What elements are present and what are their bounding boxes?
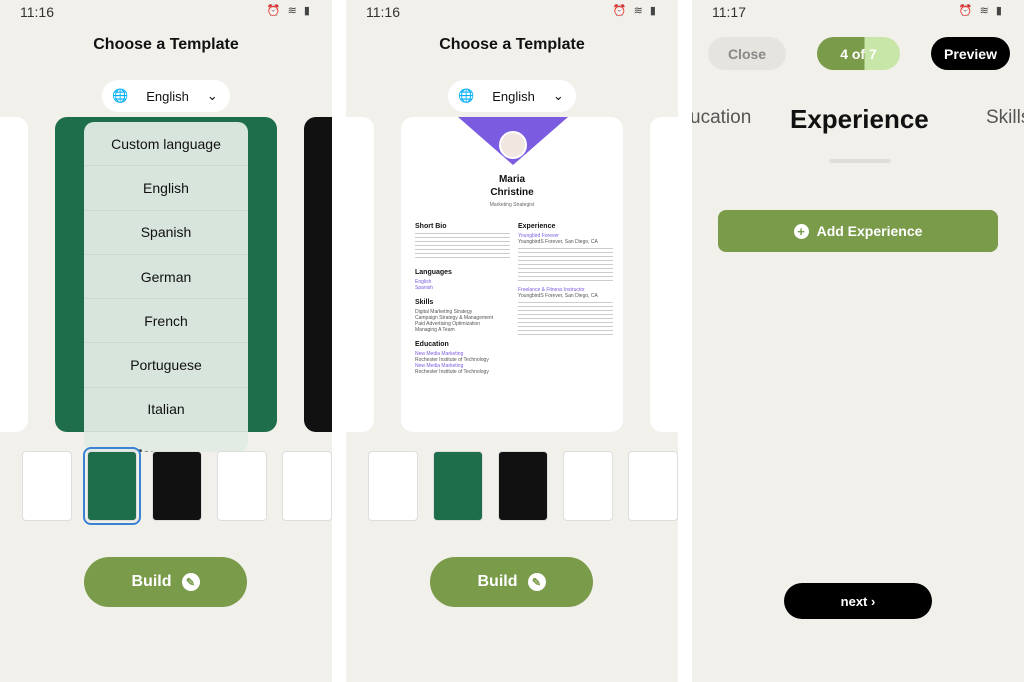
page-title: Choose a Template [93,36,239,53]
template-thumbnails [368,451,678,521]
page-title: Choose a Template [439,36,585,53]
language-option[interactable]: English [84,166,248,211]
close-button[interactable]: Close [708,37,786,70]
thumbnail[interactable] [628,451,678,521]
status-icons: ⏰ ≋ ▮ [612,5,658,17]
status-icons: ⏰ ≋ ▮ [958,5,1004,17]
chevron-down-icon: ⌄ [552,88,564,103]
next-button[interactable]: next › [784,583,932,619]
template-thumbnails [22,447,332,525]
build-label: Build [477,573,518,590]
status-time: 11:16 [20,4,54,20]
language-selector[interactable]: 🌐 English ⌄ [448,80,576,112]
language-value: English [146,88,189,104]
resume-right-column: Experience Youngbird Forever YoungbirdS F… [518,215,613,341]
section-indicator [829,159,891,163]
template-card-prev[interactable] [346,117,374,432]
pencil-icon: ✎ [181,573,200,591]
globe-icon: 🌐 [458,88,475,103]
chevron-down-icon: ⌄ [206,88,218,103]
language-option[interactable]: Portuguese [84,343,248,388]
build-label: Build [131,573,172,590]
screen-choose-template-dropdown: 11:16 ⏰ ≋ ▮ Choose a Template 🌐 English ⌄ … [0,0,332,682]
thumbnail[interactable] [368,451,418,521]
status-time: 11:16 [366,4,400,20]
tab-experience[interactable]: Experience [790,104,929,135]
add-experience-label: Add Experience [816,223,923,239]
language-option[interactable]: French [84,299,248,344]
add-experience-button[interactable]: + Add Experience [718,210,998,252]
language-option[interactable]: German [84,255,248,300]
status-icons: ⏰ ≋ ▮ [266,5,312,17]
thumbnail[interactable] [498,451,548,521]
thumbnail[interactable] [152,451,202,521]
tab-skills[interactable]: Skills [986,107,1024,129]
pencil-icon: ✎ [527,573,546,591]
globe-icon: 🌐 [112,88,129,103]
thumbnail-selected[interactable] [83,447,141,525]
thumbnail[interactable] [563,451,613,521]
build-button[interactable]: Build ✎ [84,557,247,607]
language-option[interactable]: Italian [84,388,248,433]
language-option[interactable]: Spanish [84,211,248,255]
template-card-prev[interactable] [0,117,28,432]
progress-pill: 4 of 7 [817,37,900,70]
thumbnail[interactable] [433,451,483,521]
language-option[interactable]: Japanese [84,432,248,452]
language-dropdown: Custom language English Spanish German F… [84,122,248,452]
status-time: 11:17 [712,4,746,20]
resume-preview[interactable]: Maria Christine Marketing Strategist Short… [401,117,623,432]
screen-choose-template: 11:16 ⏰ ≋ ▮ Choose a Template 🌐 English ⌄ … [346,0,678,682]
thumbnail[interactable] [22,451,72,521]
resume-name: Maria Christine Marketing Strategist [489,174,535,208]
avatar [499,131,527,159]
thumbnail[interactable] [282,451,332,521]
tab-education[interactable]: ucation [692,107,751,129]
template-card-next[interactable] [650,117,678,432]
thumbnail[interactable] [217,451,267,521]
plus-circle-icon: + [793,223,809,239]
language-value: English [492,88,535,104]
language-selector[interactable]: 🌐 English ⌄ [102,80,230,112]
screen-experience: 11:17 ⏰ ≋ ▮ Close 4 of 7 Preview ucation… [692,0,1024,682]
build-button[interactable]: Build ✎ [430,557,593,607]
resume-left-column: Short Bio Languages English Spanish Skills… [415,215,510,375]
language-option[interactable]: Custom language [84,122,248,167]
template-card-next[interactable] [304,117,332,432]
preview-button[interactable]: Preview [931,37,1010,70]
